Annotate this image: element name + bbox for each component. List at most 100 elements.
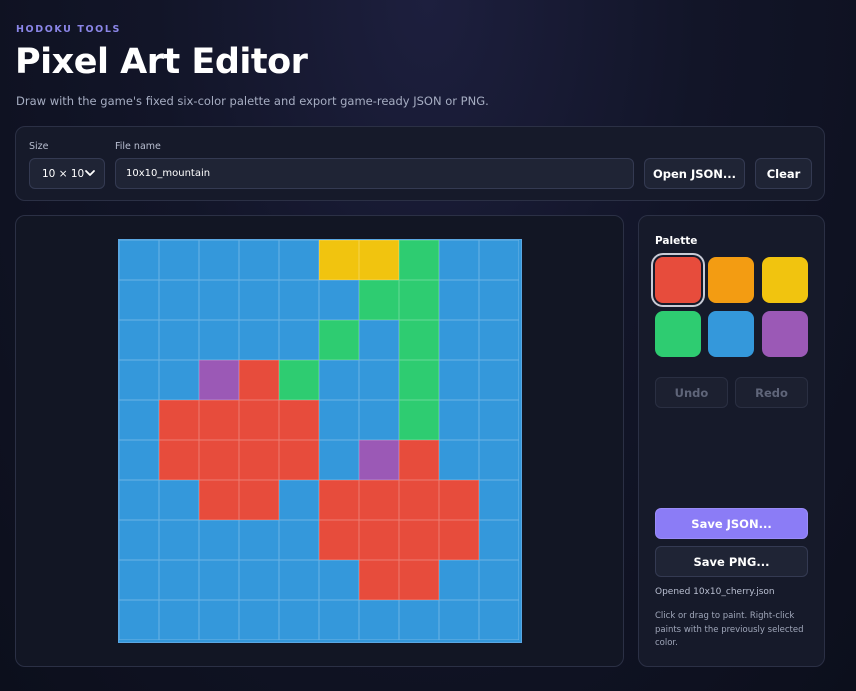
palette-swatch-yellow[interactable] bbox=[762, 257, 808, 303]
pixel-cell[interactable] bbox=[359, 400, 399, 440]
pixel-cell[interactable] bbox=[239, 320, 279, 360]
pixel-cell[interactable] bbox=[279, 480, 319, 520]
pixel-cell[interactable] bbox=[479, 240, 519, 280]
pixel-cell[interactable] bbox=[199, 280, 239, 320]
pixel-cell[interactable] bbox=[119, 320, 159, 360]
pixel-cell[interactable] bbox=[119, 360, 159, 400]
pixel-cell[interactable] bbox=[279, 280, 319, 320]
pixel-cell[interactable] bbox=[159, 520, 199, 560]
pixel-cell[interactable] bbox=[319, 440, 359, 480]
palette-swatch-orange[interactable] bbox=[708, 257, 754, 303]
pixel-cell[interactable] bbox=[199, 400, 239, 440]
pixel-cell[interactable] bbox=[479, 360, 519, 400]
pixel-cell[interactable] bbox=[479, 600, 519, 640]
pixel-cell[interactable] bbox=[439, 480, 479, 520]
pixel-cell[interactable] bbox=[399, 440, 439, 480]
pixel-cell[interactable] bbox=[279, 360, 319, 400]
pixel-cell[interactable] bbox=[479, 440, 519, 480]
pixel-cell[interactable] bbox=[319, 400, 359, 440]
pixel-cell[interactable] bbox=[239, 560, 279, 600]
pixel-cell[interactable] bbox=[199, 360, 239, 400]
palette-swatch-blue[interactable] bbox=[708, 311, 754, 357]
pixel-cell[interactable] bbox=[279, 400, 319, 440]
pixel-cell[interactable] bbox=[399, 240, 439, 280]
pixel-cell[interactable] bbox=[359, 240, 399, 280]
pixel-cell[interactable] bbox=[359, 360, 399, 400]
pixel-cell[interactable] bbox=[439, 320, 479, 360]
pixel-cell[interactable] bbox=[199, 480, 239, 520]
pixel-cell[interactable] bbox=[119, 480, 159, 520]
pixel-cell[interactable] bbox=[239, 400, 279, 440]
pixel-cell[interactable] bbox=[159, 600, 199, 640]
pixel-cell[interactable] bbox=[159, 280, 199, 320]
pixel-cell[interactable] bbox=[399, 320, 439, 360]
pixel-cell[interactable] bbox=[319, 600, 359, 640]
pixel-cell[interactable] bbox=[439, 240, 479, 280]
pixel-cell[interactable] bbox=[359, 560, 399, 600]
pixel-cell[interactable] bbox=[319, 560, 359, 600]
pixel-cell[interactable] bbox=[159, 240, 199, 280]
pixel-cell[interactable] bbox=[319, 520, 359, 560]
pixel-cell[interactable] bbox=[399, 600, 439, 640]
pixel-cell[interactable] bbox=[479, 280, 519, 320]
pixel-cell[interactable] bbox=[199, 320, 239, 360]
pixel-cell[interactable] bbox=[279, 560, 319, 600]
pixel-cell[interactable] bbox=[439, 600, 479, 640]
pixel-cell[interactable] bbox=[439, 520, 479, 560]
file-name-input[interactable] bbox=[115, 158, 634, 189]
pixel-cell[interactable] bbox=[119, 440, 159, 480]
pixel-cell[interactable] bbox=[119, 520, 159, 560]
pixel-cell[interactable] bbox=[159, 360, 199, 400]
pixel-cell[interactable] bbox=[399, 560, 439, 600]
save-png-button[interactable]: Save PNG... bbox=[655, 546, 808, 577]
pixel-cell[interactable] bbox=[119, 400, 159, 440]
pixel-cell[interactable] bbox=[359, 600, 399, 640]
pixel-cell[interactable] bbox=[119, 240, 159, 280]
pixel-cell[interactable] bbox=[199, 600, 239, 640]
pixel-cell[interactable] bbox=[479, 560, 519, 600]
palette-swatch-red[interactable] bbox=[655, 257, 701, 303]
pixel-cell[interactable] bbox=[319, 280, 359, 320]
pixel-cell[interactable] bbox=[279, 520, 319, 560]
pixel-cell[interactable] bbox=[199, 560, 239, 600]
save-json-button[interactable]: Save JSON... bbox=[655, 508, 808, 539]
palette-swatch-purple[interactable] bbox=[762, 311, 808, 357]
pixel-cell[interactable] bbox=[399, 480, 439, 520]
pixel-cell[interactable] bbox=[439, 360, 479, 400]
pixel-cell[interactable] bbox=[239, 280, 279, 320]
pixel-cell[interactable] bbox=[399, 360, 439, 400]
pixel-cell[interactable] bbox=[159, 440, 199, 480]
pixel-cell[interactable] bbox=[439, 440, 479, 480]
pixel-cell[interactable] bbox=[359, 480, 399, 520]
undo-button[interactable]: Undo bbox=[655, 377, 728, 408]
pixel-cell[interactable] bbox=[319, 320, 359, 360]
open-json-button[interactable]: Open JSON... bbox=[644, 158, 745, 189]
pixel-grid[interactable] bbox=[118, 239, 522, 643]
pixel-cell[interactable] bbox=[399, 400, 439, 440]
pixel-cell[interactable] bbox=[159, 400, 199, 440]
pixel-cell[interactable] bbox=[479, 480, 519, 520]
pixel-cell[interactable] bbox=[199, 240, 239, 280]
pixel-cell[interactable] bbox=[479, 520, 519, 560]
pixel-cell[interactable] bbox=[239, 240, 279, 280]
pixel-cell[interactable] bbox=[159, 480, 199, 520]
pixel-cell[interactable] bbox=[119, 280, 159, 320]
pixel-cell[interactable] bbox=[319, 360, 359, 400]
pixel-cell[interactable] bbox=[399, 520, 439, 560]
pixel-cell[interactable] bbox=[439, 280, 479, 320]
clear-button[interactable]: Clear bbox=[755, 158, 812, 189]
redo-button[interactable]: Redo bbox=[735, 377, 808, 408]
pixel-cell[interactable] bbox=[359, 280, 399, 320]
pixel-cell[interactable] bbox=[199, 440, 239, 480]
pixel-cell[interactable] bbox=[479, 320, 519, 360]
pixel-cell[interactable] bbox=[279, 320, 319, 360]
pixel-cell[interactable] bbox=[239, 520, 279, 560]
pixel-cell[interactable] bbox=[239, 600, 279, 640]
pixel-cell[interactable] bbox=[119, 600, 159, 640]
pixel-cell[interactable] bbox=[359, 520, 399, 560]
pixel-cell[interactable] bbox=[479, 400, 519, 440]
pixel-cell[interactable] bbox=[159, 560, 199, 600]
palette-swatch-green[interactable] bbox=[655, 311, 701, 357]
pixel-cell[interactable] bbox=[439, 400, 479, 440]
pixel-cell[interactable] bbox=[399, 280, 439, 320]
